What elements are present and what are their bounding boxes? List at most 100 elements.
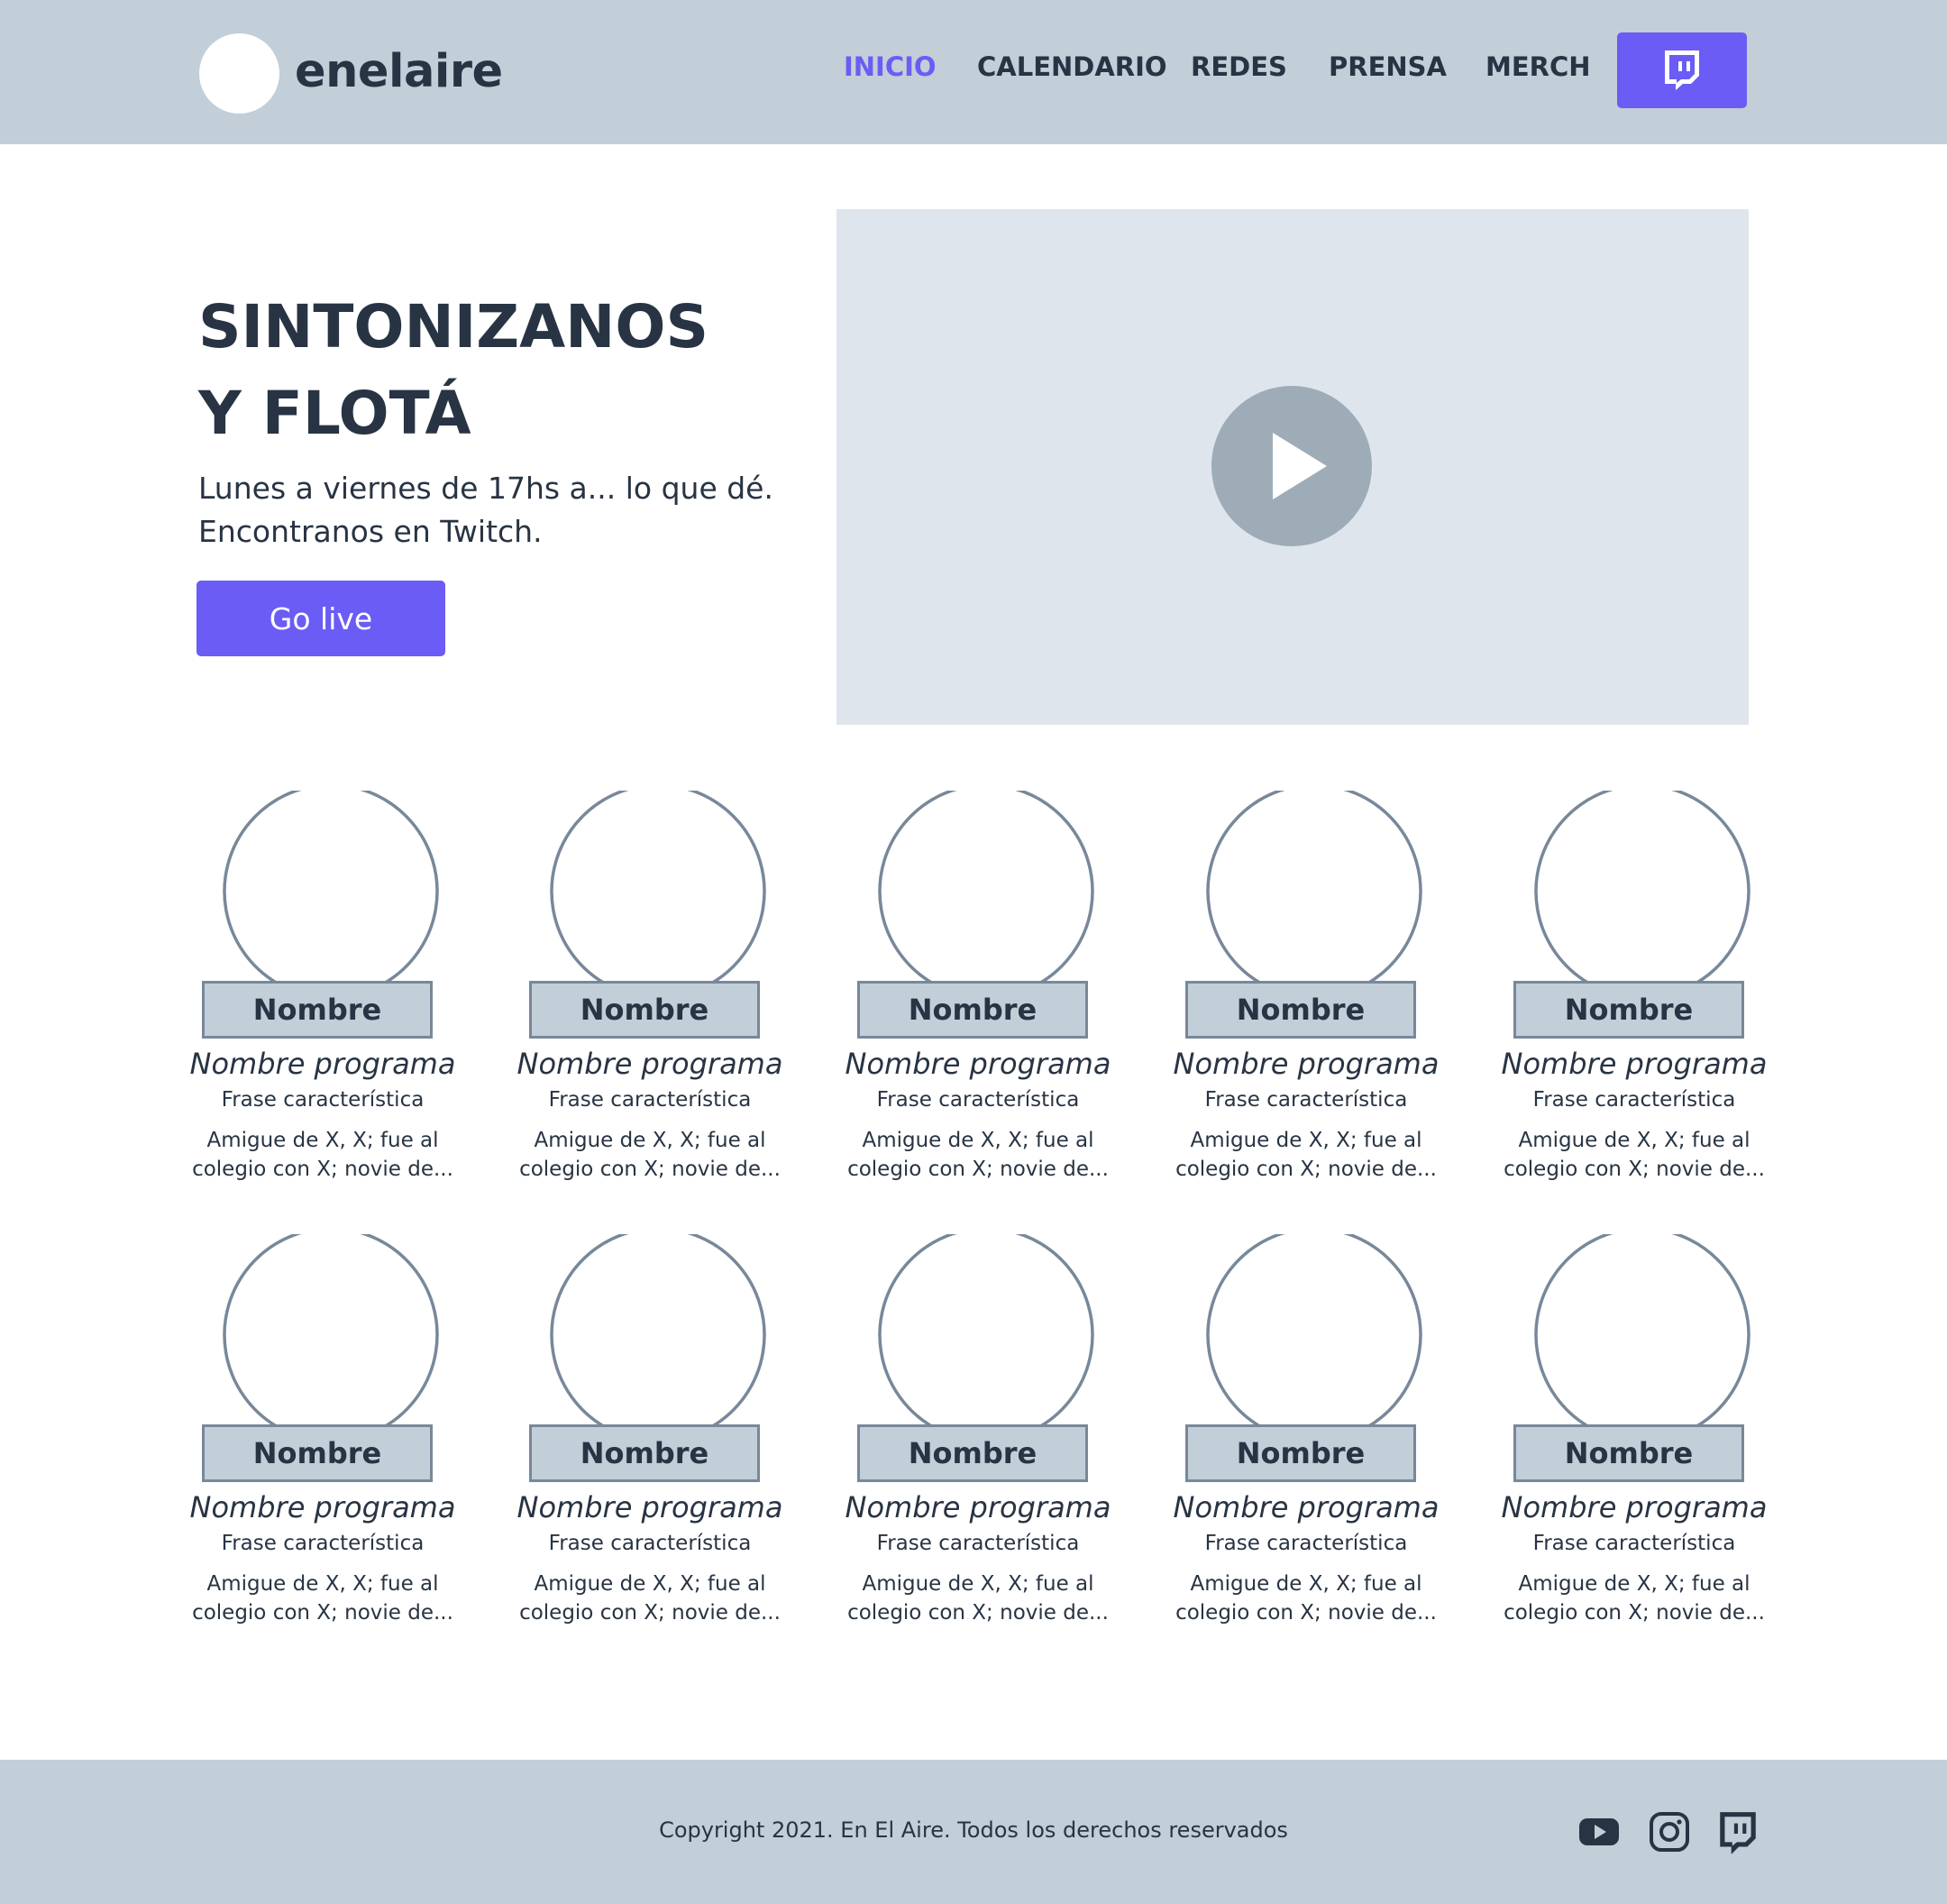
card-bio-line2: colegio con X; novie de... <box>1504 1158 1765 1181</box>
card-bio: Amigue de X, X; fue al colegio con X; nov… <box>825 1570 1131 1627</box>
card-phrase: Frase característica <box>1532 1088 1736 1112</box>
card-name: Nombre <box>1513 981 1744 1039</box>
avatar <box>1534 791 1750 984</box>
cast-card[interactable]: Nombre Nombre programa Frase característic… <box>843 791 1113 1205</box>
youtube-icon[interactable] <box>1577 1810 1621 1854</box>
card-bio: Amigue de X, X; fue al colegio con X; nov… <box>497 1126 803 1184</box>
nav-merch[interactable]: MERCH <box>1485 51 1591 82</box>
card-program: Nombre programa <box>1173 1490 1440 1524</box>
card-bio-line2: colegio con X; novie de... <box>1504 1601 1765 1625</box>
cast-card[interactable]: Nombre Nombre programa Frase característic… <box>843 1234 1113 1649</box>
avatar <box>223 791 439 984</box>
hero-title-line1: SINTONIZANOS <box>198 292 709 362</box>
card-bio-line1: Amigue de X, X; fue al <box>1190 1572 1422 1596</box>
card-bio: Amigue de X, X; fue al colegio con X; nov… <box>1481 1570 1787 1627</box>
card-bio-line2: colegio con X; novie de... <box>192 1158 453 1181</box>
cast-card[interactable]: Nombre Nombre programa Frase característic… <box>187 1234 458 1649</box>
logo-icon[interactable] <box>199 33 279 114</box>
cast-card[interactable]: Nombre Nombre programa Frase característic… <box>1171 1234 1441 1649</box>
cast-card[interactable]: Nombre Nombre programa Frase característic… <box>1171 791 1441 1205</box>
hero-subtitle: Lunes a viernes de 17hs a... lo que dé. … <box>198 467 829 554</box>
card-program: Nombre programa <box>1501 1047 1768 1081</box>
card-bio-line1: Amigue de X, X; fue al <box>534 1572 766 1596</box>
card-program: Nombre programa <box>1501 1490 1768 1524</box>
hero-title-line2: Y FLOTÁ <box>198 379 471 448</box>
avatar <box>1534 1234 1750 1428</box>
card-bio-line1: Amigue de X, X; fue al <box>206 1129 439 1152</box>
site-header: enelaire INICIO CALENDARIO REDES PRENSA … <box>0 0 1947 144</box>
card-bio-line2: colegio con X; novie de... <box>519 1601 781 1625</box>
twitch-button[interactable] <box>1617 32 1747 108</box>
card-name: Nombre <box>1185 1424 1416 1482</box>
card-program: Nombre programa <box>189 1490 456 1524</box>
avatar <box>550 1234 766 1428</box>
nav-calendario[interactable]: CALENDARIO <box>977 51 1167 82</box>
card-name: Nombre <box>202 981 433 1039</box>
avatar <box>550 791 766 984</box>
play-button[interactable] <box>1211 386 1372 546</box>
card-bio: Amigue de X, X; fue al colegio con X; nov… <box>169 1570 476 1627</box>
card-phrase: Frase característica <box>876 1088 1080 1112</box>
card-bio: Amigue de X, X; fue al colegio con X; nov… <box>497 1570 803 1627</box>
avatar <box>878 791 1094 984</box>
card-name: Nombre <box>529 1424 760 1482</box>
card-program: Nombre programa <box>189 1047 456 1081</box>
video-player[interactable] <box>836 209 1749 725</box>
card-bio-line1: Amigue de X, X; fue al <box>206 1572 439 1596</box>
card-bio-line1: Amigue de X, X; fue al <box>862 1572 1094 1596</box>
card-bio-line2: colegio con X; novie de... <box>519 1158 781 1181</box>
nav-prensa[interactable]: PRENSA <box>1329 51 1447 82</box>
twitch-icon <box>1665 50 1699 90</box>
card-name: Nombre <box>1185 981 1416 1039</box>
card-bio-line2: colegio con X; novie de... <box>1175 1158 1437 1181</box>
card-program: Nombre programa <box>516 1490 783 1524</box>
card-bio-line1: Amigue de X, X; fue al <box>534 1129 766 1152</box>
nav-redes[interactable]: REDES <box>1191 51 1287 82</box>
card-phrase: Frase característica <box>221 1088 425 1112</box>
brand-name[interactable]: enelaire <box>295 45 503 98</box>
instagram-icon[interactable] <box>1648 1810 1691 1854</box>
card-bio: Amigue de X, X; fue al colegio con X; nov… <box>1153 1126 1459 1184</box>
cast-card[interactable]: Nombre Nombre programa Frase característic… <box>515 791 785 1205</box>
card-phrase: Frase característica <box>221 1532 425 1555</box>
nav-inicio[interactable]: INICIO <box>844 51 937 82</box>
cast-card[interactable]: Nombre Nombre programa Frase característic… <box>515 1234 785 1649</box>
card-bio-line2: colegio con X; novie de... <box>192 1601 453 1625</box>
card-bio: Amigue de X, X; fue al colegio con X; nov… <box>169 1126 476 1184</box>
go-live-button[interactable]: Go live <box>197 581 445 656</box>
card-phrase: Frase característica <box>548 1532 752 1555</box>
cast-card[interactable]: Nombre Nombre programa Frase característic… <box>187 791 458 1205</box>
card-name: Nombre <box>202 1424 433 1482</box>
card-phrase: Frase característica <box>1204 1532 1408 1555</box>
card-bio-line1: Amigue de X, X; fue al <box>1190 1129 1422 1152</box>
card-name: Nombre <box>1513 1424 1744 1482</box>
avatar <box>1206 1234 1422 1428</box>
card-program: Nombre programa <box>516 1047 783 1081</box>
card-bio-line1: Amigue de X, X; fue al <box>862 1129 1094 1152</box>
hero-subtitle-line2: Encontranos en Twitch. <box>198 514 543 549</box>
card-bio-line1: Amigue de X, X; fue al <box>1518 1572 1750 1596</box>
card-bio-line2: colegio con X; novie de... <box>847 1158 1109 1181</box>
card-name: Nombre <box>857 981 1088 1039</box>
card-bio: Amigue de X, X; fue al colegio con X; nov… <box>825 1126 1131 1184</box>
play-icon <box>1273 433 1327 499</box>
card-program: Nombre programa <box>845 1047 1111 1081</box>
card-phrase: Frase característica <box>876 1532 1080 1555</box>
card-phrase: Frase característica <box>1204 1088 1408 1112</box>
card-phrase: Frase característica <box>1532 1532 1736 1555</box>
cast-card[interactable]: Nombre Nombre programa Frase característic… <box>1499 1234 1769 1649</box>
card-program: Nombre programa <box>845 1490 1111 1524</box>
twitch-icon[interactable] <box>1716 1810 1760 1854</box>
card-bio-line2: colegio con X; novie de... <box>1175 1601 1437 1625</box>
card-program: Nombre programa <box>1173 1047 1440 1081</box>
card-bio-line2: colegio con X; novie de... <box>847 1601 1109 1625</box>
avatar <box>223 1234 439 1428</box>
avatar <box>1206 791 1422 984</box>
site-footer: Copyright 2021. En El Aire. Todos los de… <box>0 1760 1947 1904</box>
cast-card[interactable]: Nombre Nombre programa Frase característic… <box>1499 791 1769 1205</box>
hero-subtitle-line1: Lunes a viernes de 17hs a... lo que dé. <box>198 471 773 506</box>
card-phrase: Frase característica <box>548 1088 752 1112</box>
card-bio: Amigue de X, X; fue al colegio con X; nov… <box>1481 1126 1787 1184</box>
card-bio-line1: Amigue de X, X; fue al <box>1518 1129 1750 1152</box>
hero-title: SINTONIZANOS Y FLOTÁ <box>198 284 829 457</box>
